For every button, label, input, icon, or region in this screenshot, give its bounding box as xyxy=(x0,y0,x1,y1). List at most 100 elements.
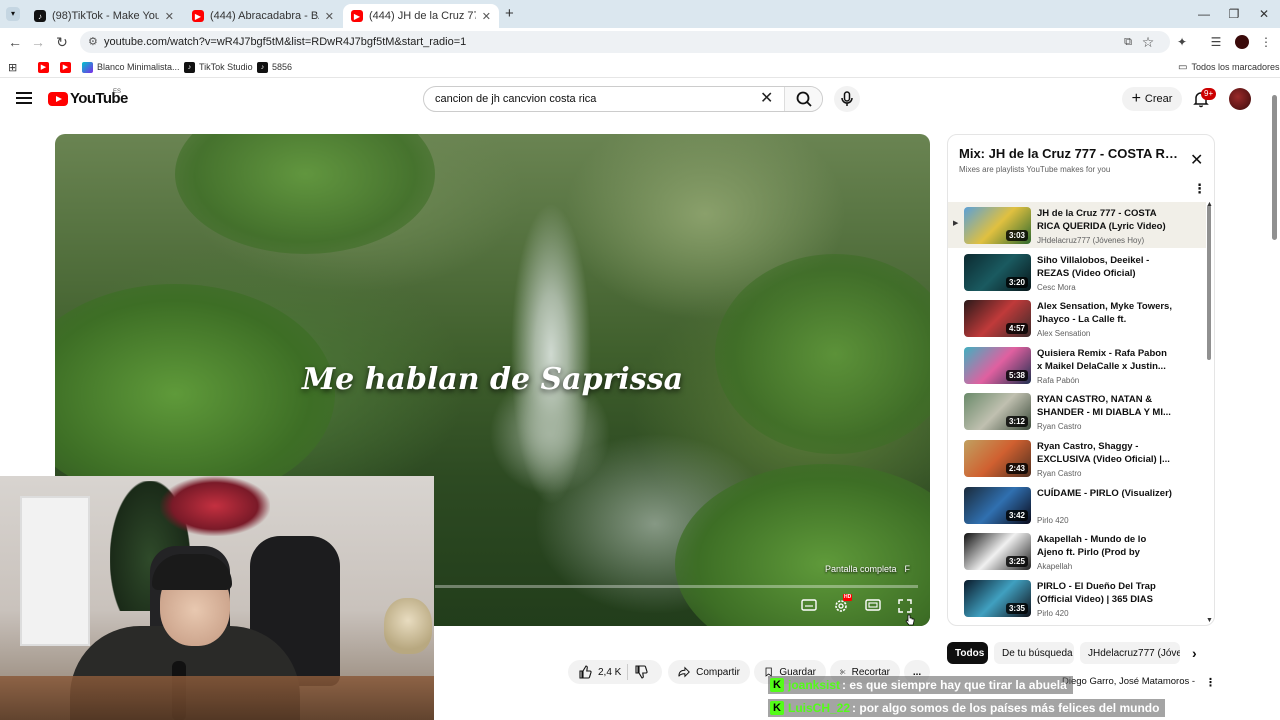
close-tab-icon[interactable]: ✕ xyxy=(482,10,491,23)
video-thumbnail[interactable]: 3:35 xyxy=(964,579,1031,617)
new-tab-button[interactable]: + xyxy=(505,5,514,22)
playlist-item[interactable]: ▶ 3:03 JH de la Cruz 777 - COSTA RICA QUER… xyxy=(948,202,1206,248)
restore-icon[interactable]: ❐ xyxy=(1220,4,1248,24)
streamer-beanie xyxy=(152,554,232,590)
scroll-down-icon[interactable]: ▼ xyxy=(1206,617,1213,624)
canva-icon xyxy=(82,61,93,73)
duration-badge: 3:03 xyxy=(1005,230,1028,241)
subtitles-icon[interactable] xyxy=(800,598,818,614)
playlist-item[interactable]: 2:43 Ryan Castro, Shaggy - EXCLUSIVA (Vid… xyxy=(948,435,1206,481)
tiktok-icon: ♪ xyxy=(34,10,46,22)
all-bookmarks[interactable]: ▭ Todos los marcadores xyxy=(1178,60,1280,74)
close-tab-icon[interactable]: ✕ xyxy=(325,10,334,23)
video-thumbnail[interactable]: 3:12 xyxy=(964,393,1031,431)
site-info-icon[interactable]: ⚙ xyxy=(88,35,98,48)
profile-avatar[interactable] xyxy=(1235,35,1249,49)
video-thumbnail[interactable]: 5:38 xyxy=(964,346,1031,384)
plus-icon: + xyxy=(1131,90,1141,107)
create-button[interactable]: + Crear xyxy=(1122,87,1182,111)
playlist-item[interactable]: 3:12 RYAN CASTRO, NATAN & SHANDER - MI DI… xyxy=(948,388,1206,434)
filter-chip[interactable]: Todos xyxy=(947,642,988,664)
reload-icon[interactable]: ↻ xyxy=(52,32,72,52)
close-tab-icon[interactable]: ✕ xyxy=(165,10,174,23)
minimize-icon[interactable]: — xyxy=(1190,4,1218,24)
playlist-item[interactable]: 5:38 Quisiera Remix - Rafa Pabon x Maikel… xyxy=(948,342,1206,388)
video-thumbnail[interactable]: 3:03 xyxy=(964,207,1031,244)
bookmark-youtube-2[interactable]: ▶ xyxy=(60,60,75,74)
back-icon[interactable]: ← xyxy=(5,32,25,52)
playlist-item[interactable]: 3:42 CUÍDAME - PIRLO (Visualizer) Pirlo 42… xyxy=(948,482,1206,528)
settings-gear-icon[interactable]: HD xyxy=(832,594,853,614)
theater-mode-icon[interactable] xyxy=(864,598,882,614)
playlist-menu-icon[interactable]: ⋮ xyxy=(1193,181,1206,197)
tab-tiktok[interactable]: ♪ (98)TikTok - Make Your Day ✕ xyxy=(26,4,182,28)
webcam-overlay xyxy=(0,476,434,720)
chat-username: joanksist xyxy=(788,678,841,692)
tab-abracadabra[interactable]: ▶ (444) Abracadabra - BARBEL FT ✕ xyxy=(184,4,342,28)
fullscreen-icon[interactable] xyxy=(896,598,914,614)
like-count[interactable]: 2,4 K xyxy=(598,667,621,678)
playlist-item-channel: Pirlo 420 xyxy=(1037,515,1069,525)
scroll-up-icon[interactable]: ▲ xyxy=(1206,201,1213,208)
mouse-cursor-icon xyxy=(905,614,915,626)
country-code: ES xyxy=(113,89,122,95)
apps-icon[interactable]: ⊞ xyxy=(8,60,17,74)
duration-badge: 3:25 xyxy=(1005,556,1028,568)
bookmark-canva[interactable]: Blanco Minimalista... xyxy=(82,60,180,74)
search-input[interactable] xyxy=(424,87,784,111)
playlist-item[interactable]: Myke Towers - La Luz (Video... xyxy=(948,621,1206,625)
share-button[interactable]: Compartir xyxy=(668,660,750,684)
video-thumbnail[interactable]: 3:20 xyxy=(964,253,1031,291)
create-label: Crear xyxy=(1144,93,1173,105)
voice-search-button[interactable] xyxy=(834,86,860,112)
forward-icon[interactable]: → xyxy=(28,32,48,52)
skull-decoration xyxy=(384,598,432,654)
reading-list-icon[interactable]: ☰ xyxy=(1206,32,1226,52)
guide-menu-icon[interactable] xyxy=(16,92,32,104)
close-playlist-icon[interactable]: ✕ xyxy=(1190,150,1203,170)
playlist-item[interactable]: 3:20 Siho Villalobos, Deeikel - REZAS (Vi… xyxy=(948,249,1206,295)
extensions-icon[interactable]: ✦ xyxy=(1172,32,1192,52)
thumbs-down-icon[interactable] xyxy=(634,665,648,679)
video-thumbnail[interactable]: 3:42 xyxy=(964,486,1031,524)
search-button[interactable] xyxy=(784,87,822,111)
playlist-item[interactable]: 4:57 Alex Sensation, Myke Towers, Jhayco … xyxy=(948,295,1206,341)
tab-search-icon[interactable]: ▾ xyxy=(6,7,20,21)
filter-chip[interactable]: JHdelacruz777 (Jóvenes Hoy) xyxy=(1080,642,1180,664)
chips-next-icon[interactable]: › xyxy=(1192,645,1197,661)
clear-search-icon[interactable]: ✕ xyxy=(760,90,773,108)
playlist-item-title: Quisiera Remix - Rafa Pabon x Maikel Del… xyxy=(1037,347,1167,372)
playlist-scrollbar[interactable] xyxy=(1207,205,1211,360)
recommended-menu-icon[interactable]: ⋮ xyxy=(1205,676,1216,689)
page-scrollbar[interactable] xyxy=(1272,95,1277,240)
tab-jh-de-la-cruz[interactable]: ▶ (444) JH de la Cruz 777 - COSTA ✕ xyxy=(343,4,499,28)
video-thumbnail[interactable]: 2:43 xyxy=(964,440,1031,477)
close-window-icon[interactable]: ✕ xyxy=(1250,4,1278,24)
duration-badge: 3:42 xyxy=(1005,509,1028,521)
playlist-item[interactable]: 3:35 PIRLO - El Dueño Del Trap (Official … xyxy=(948,575,1206,621)
address-bar[interactable]: ⚙ youtube.com/watch?v=wR4J7bgf5tM&list=R… xyxy=(80,31,1170,53)
account-avatar[interactable] xyxy=(1229,88,1251,110)
chat-text: : es que siempre hay que tirar la abuela xyxy=(842,678,1067,692)
bookmark-tiktok-studio[interactable]: ♪ TikTok Studio xyxy=(184,60,253,74)
recommended-title-partial[interactable]: Diego Garro, José Matamoros - xyxy=(1062,676,1195,687)
bookmark-5856[interactable]: ♪ 5856 xyxy=(257,60,292,74)
bookmark-youtube-1[interactable]: ▶ xyxy=(38,60,53,74)
playlist-title[interactable]: Mix: JH de la Cruz 777 - COSTA RICA QUER… xyxy=(959,146,1179,161)
all-bookmarks-label: Todos los marcadores xyxy=(1191,62,1280,72)
bookmark-star-icon[interactable]: ☆ xyxy=(1138,32,1158,52)
lyric-caption: Me hablan de Saprissa xyxy=(301,362,684,397)
thumbs-up-icon[interactable] xyxy=(578,665,592,679)
filter-chip[interactable]: De tu búsqueda xyxy=(994,642,1074,664)
playlist-item[interactable]: 3:25 Akapellah - Mundo de lo Ajeno ft. Pi… xyxy=(948,528,1206,574)
tooltip-key: F xyxy=(904,564,911,574)
install-app-icon[interactable]: ⧉ xyxy=(1118,32,1138,52)
video-thumbnail[interactable]: 4:57 xyxy=(964,300,1031,338)
youtube-logo[interactable]: YouTube ES xyxy=(48,89,128,107)
video-thumbnail[interactable]: 3:25 xyxy=(964,533,1031,571)
browser-menu-icon[interactable]: ⋮ xyxy=(1256,32,1276,52)
playlist-item-title: PIRLO - El Dueño Del Trap (Official Vide… xyxy=(1037,580,1156,605)
playlist-item-title: Alex Sensation, Myke Towers, Jhayco - La… xyxy=(1037,301,1172,326)
progress-bar[interactable] xyxy=(435,585,918,588)
desk xyxy=(0,676,434,720)
